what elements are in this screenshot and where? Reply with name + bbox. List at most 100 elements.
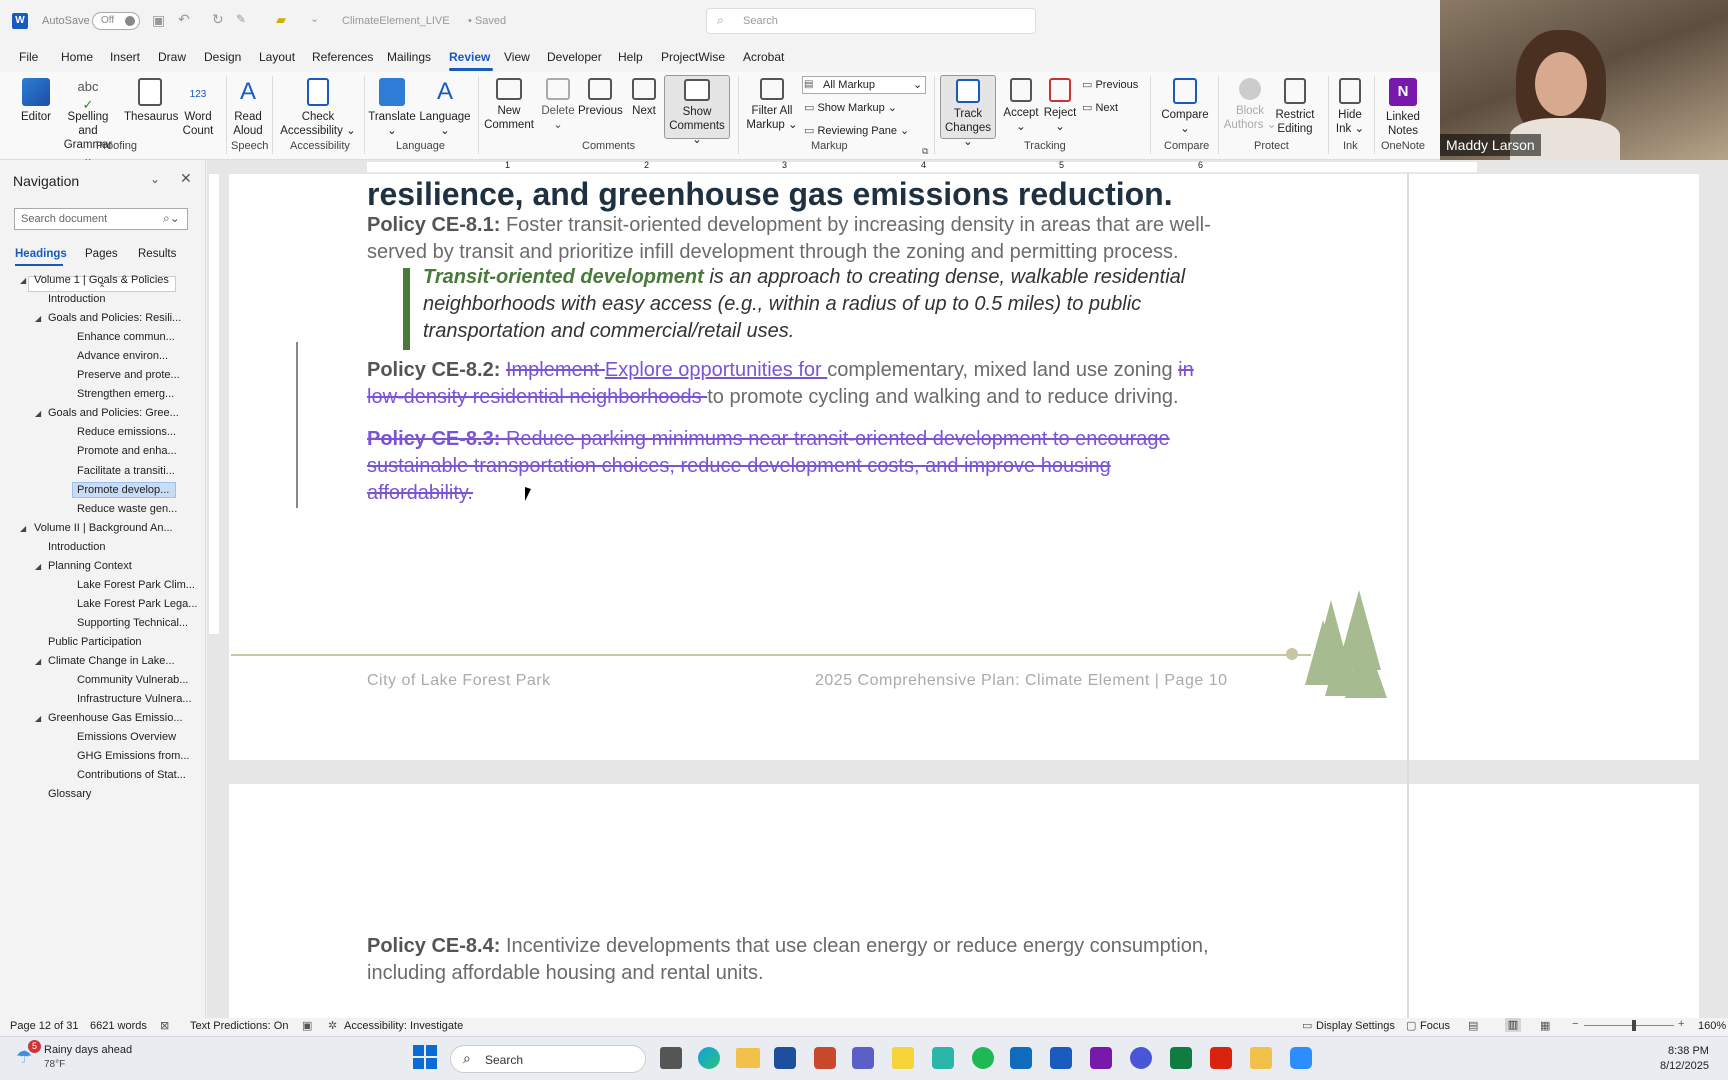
tab-mailings[interactable]: Mailings [387,50,431,64]
task-view-icon[interactable] [660,1047,682,1069]
save-icon[interactable]: ▣ [152,12,165,29]
nav-heading-item[interactable]: Glossary [48,788,91,800]
collapse-triangle-icon[interactable]: ◢ [35,657,41,666]
spelling-grammar-button[interactable]: abc ✓ Spelling and Grammar ⌄ [58,78,118,166]
hide-ink-button[interactable]: Hide Ink ⌄ [1332,78,1368,136]
display-settings[interactable]: Display Settings [1316,1020,1395,1032]
nav-heading-item[interactable]: Contributions of Stat... [77,769,186,781]
nav-heading-item[interactable]: Reduce waste gen... [77,503,177,515]
nav-heading-item[interactable]: Planning Context [48,560,132,572]
nav-search-input[interactable]: Search document ⌕⌄ [14,208,188,230]
proofing-status-icon[interactable]: ⊠ [160,1019,169,1032]
clock-date[interactable]: 8/12/2025 [1660,1060,1709,1072]
tab-insert[interactable]: Insert [110,50,140,64]
tab-file[interactable]: File [19,50,38,64]
nav-heading-item[interactable]: Public Participation [48,636,142,648]
web-layout-icon[interactable]: ▦ [1540,1019,1550,1032]
collapse-triangle-icon[interactable]: ◢ [35,714,41,723]
collapse-triangle-icon[interactable]: ◢ [35,314,41,323]
tab-projectwise[interactable]: ProjectWise [661,50,725,64]
reject-button[interactable]: Reject ⌄ [1040,78,1080,134]
tab-help[interactable]: Help [618,50,643,64]
nav-heading-item[interactable]: Supporting Technical... [77,617,188,629]
undo-icon[interactable]: ↶ [178,11,190,28]
customize-qat-icon[interactable]: ⌄ [310,12,319,25]
highlighter-icon[interactable]: ▰ [276,12,286,28]
check-accessibility-button[interactable]: Check Accessibility ⌄ [280,78,356,138]
autosave-toggle[interactable]: Off [92,12,140,30]
thesaurus-button[interactable]: Thesaurus [124,78,178,124]
nav-heading-item[interactable]: Greenhouse Gas Emissio... [48,712,183,724]
next-comment-button[interactable]: Next [626,78,662,118]
nav-heading-item[interactable]: Infrastructure Vulnera... [77,693,192,705]
read-mode-icon[interactable]: ▤ [1468,1019,1478,1032]
zoom-app-icon[interactable] [1290,1047,1312,1069]
page-count[interactable]: Page 12 of 31 [10,1020,79,1032]
zoom-level[interactable]: 160% [1698,1020,1726,1032]
editor-button[interactable]: Editor [16,78,56,124]
nav-heading-item[interactable]: Introduction [48,541,105,553]
nav-tab-headings[interactable]: Headings [15,248,67,260]
clock-time[interactable]: 8:38 PM [1668,1045,1709,1057]
nav-heading-item[interactable]: Strengthen emerg... [77,388,174,400]
zoom-out-icon[interactable]: − [1572,1018,1578,1030]
nav-heading-item[interactable]: Promote and enha... [77,445,177,457]
nav-heading-item[interactable]: Reduce emissions... [77,426,176,438]
translate-button[interactable]: Translate ⌄ [368,78,416,138]
compare-button[interactable]: Compare ⌄ [1160,78,1210,136]
taskbar-search[interactable]: ⌕ Search [450,1045,646,1073]
previous-change-button[interactable]: ▭ Previous [1082,78,1138,91]
nav-tab-pages[interactable]: Pages [85,248,118,260]
tab-draw[interactable]: Draw [158,50,186,64]
nav-heading-item[interactable]: Emissions Overview [77,731,176,743]
sticky-notes-icon[interactable] [892,1047,914,1069]
restrict-editing-button[interactable]: Restrict Editing [1270,78,1320,136]
show-comments-button[interactable]: Show Comments ⌄ [664,75,730,146]
close-icon[interactable]: ✕ [180,170,192,187]
snipping-tool-icon[interactable] [932,1047,954,1069]
app-icon-circle[interactable] [1130,1047,1152,1069]
word-count[interactable]: 6621 words [90,1020,147,1032]
text-predictions[interactable]: Text Predictions: On [190,1020,288,1032]
reviewing-pane-button[interactable]: ▭ Reviewing Pane ⌄ [804,124,909,137]
zoom-in-icon[interactable]: + [1678,1018,1684,1030]
language-button[interactable]: A Language ⌄ [418,78,472,138]
nav-heading-item[interactable]: Facilitate a transiti... [77,465,175,477]
accessibility-status[interactable]: Accessibility: Investigate [344,1020,463,1032]
nav-heading-item[interactable]: Preserve and prote... [77,369,180,381]
show-markup-button[interactable]: ▭ Show Markup ⌄ [804,101,897,114]
tab-references[interactable]: References [312,50,373,64]
nav-tab-results[interactable]: Results [138,248,176,260]
horizontal-ruler[interactable]: 1 2 3 4 5 6 [207,160,1728,174]
title-search-box[interactable]: ⌕ Search [706,8,1036,34]
tab-acrobat[interactable]: Acrobat [743,50,784,64]
track-changes-button[interactable]: Track Changes ⌄ [940,75,996,148]
markup-select[interactable]: All Markup ⌄ [802,76,926,94]
collapse-triangle-icon[interactable]: ◢ [20,276,26,285]
outlook-icon[interactable] [1010,1047,1032,1069]
file-explorer-icon[interactable] [736,1048,760,1068]
tab-view[interactable]: View [504,50,530,64]
redo-icon[interactable]: ↻ [212,11,224,28]
onenote-taskbar-icon[interactable] [1090,1047,1112,1069]
delete-comment-button[interactable]: Delete ⌄ [538,78,578,132]
nav-heading-item[interactable]: Volume 1 | Goals & Policies [34,274,169,286]
next-change-button[interactable]: ▭ Next [1082,101,1118,114]
linked-notes-button[interactable]: N Linked Notes [1380,78,1426,138]
nav-heading-item[interactable]: Advance environ... [77,350,168,362]
nav-heading-item[interactable]: Volume II | Background An... [34,522,173,534]
nav-heading-item[interactable]: Promote develop... [77,484,169,496]
tab-home[interactable]: Home [61,50,93,64]
vertical-ruler[interactable] [207,174,221,1026]
start-icon[interactable] [413,1045,437,1069]
nav-heading-item[interactable]: Goals and Policies: Resili... [48,312,181,324]
nav-options-icon[interactable]: ⌄ [150,172,160,186]
folder-icon[interactable] [1250,1047,1272,1069]
focus-mode[interactable]: Focus [1420,1020,1450,1032]
nav-heading-item[interactable]: Introduction [48,293,105,305]
dialog-launcher-icon[interactable]: ⧉ [922,146,928,157]
accept-button[interactable]: Accept ⌄ [1000,78,1042,134]
excel-icon[interactable] [1170,1047,1192,1069]
collapse-triangle-icon[interactable]: ◢ [35,409,41,418]
read-aloud-button[interactable]: A Read Aloud [230,78,266,138]
